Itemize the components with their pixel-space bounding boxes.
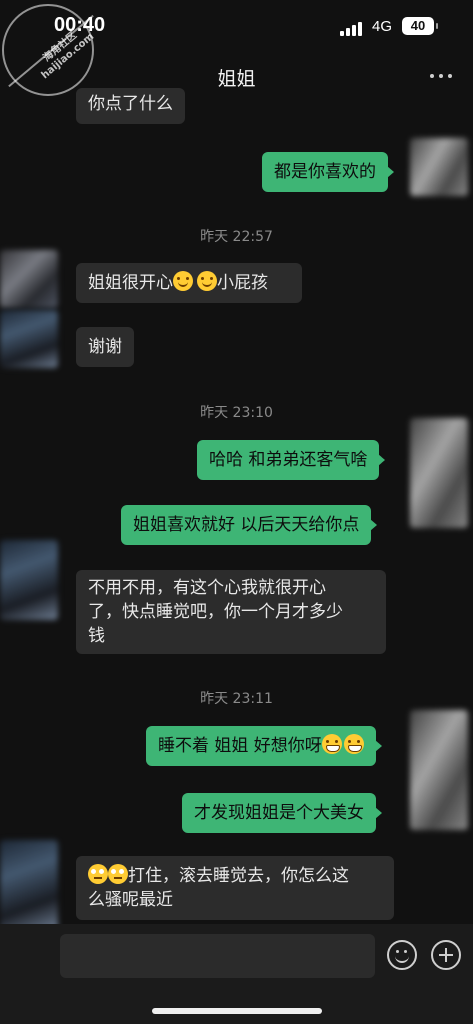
message-text: 都是你喜欢的	[274, 162, 376, 182]
message-text: 才发现姐姐是个大美女	[194, 803, 364, 823]
message-bubble-outgoing[interactable]: 姐姐喜欢就好 以后天天给你点	[121, 505, 378, 545]
message-text: 打住，滚去睡觉去，你怎么这	[128, 866, 349, 886]
timestamp: 昨天 22:57	[200, 229, 273, 245]
chat-title: 姐姐	[217, 68, 256, 90]
message-line: 么骚呢最近	[88, 890, 173, 910]
avatar-contact[interactable]	[0, 840, 58, 930]
avatar-self[interactable]	[410, 710, 468, 830]
message-line: 打住，滚去睡觉去，你怎么这	[88, 864, 382, 888]
message-bubble-incoming[interactable]: 姐姐很开心 小屁孩	[76, 263, 302, 303]
message-bubble-incoming[interactable]: 你点了什么	[76, 88, 185, 124]
message-bubble-outgoing[interactable]: 哈哈 和弟弟还客气啥	[197, 440, 386, 480]
avatar-self[interactable]	[410, 418, 468, 528]
message-text: 哈哈 和弟弟还客气啥	[209, 450, 368, 470]
avatar-contact[interactable]	[0, 540, 58, 620]
message-bubble-outgoing[interactable]: 都是你喜欢的	[262, 152, 394, 192]
message-text: 谢谢	[88, 337, 122, 357]
message-text: 睡不着 姐姐 好想你呀	[158, 736, 322, 756]
timestamp: 昨天 23:10	[200, 405, 273, 421]
avatar-self[interactable]	[410, 138, 468, 196]
grinning-face-emoji	[321, 734, 342, 754]
message-bubble-incoming[interactable]: 打住，滚去睡觉去，你怎么这 么骚呢最近	[76, 856, 394, 920]
message-text: 小屁孩	[217, 273, 268, 293]
message-bubble-incoming[interactable]: 不用不用，有这个心我就很开心 了，快点睡觉吧，你一个月才多少 钱	[76, 570, 386, 654]
message-input[interactable]	[60, 934, 375, 978]
battery-icon: 40	[402, 17, 438, 35]
grinning-face-emoji	[343, 734, 364, 754]
emoji-icon[interactable]	[387, 940, 417, 970]
eye-roll-face-emoji	[88, 864, 108, 884]
message-bubble-outgoing[interactable]: 睡不着 姐姐 好想你呀	[146, 726, 382, 766]
avatar-contact[interactable]	[0, 310, 58, 368]
avatar-contact[interactable]	[0, 250, 58, 308]
status-time: 00:40	[54, 14, 106, 36]
timestamp: 昨天 23:11	[200, 691, 273, 707]
message-bubble-outgoing[interactable]: 才发现姐姐是个大美女	[182, 793, 382, 833]
message-text: 姐姐喜欢就好 以后天天给你点	[133, 515, 360, 535]
chat-screen: 海角社区 haijiao.com 00:40 4G 40 姐姐 你点了什么 都是…	[0, 0, 473, 1024]
status-bar: 海角社区 haijiao.com 00:40 4G 40	[0, 0, 473, 96]
network-type: 4G	[372, 18, 393, 35]
more-dots-icon[interactable]	[428, 66, 454, 84]
signal-icon	[340, 22, 364, 36]
message-bubble-incoming[interactable]: 谢谢	[76, 327, 134, 367]
smiling-face-emoji	[197, 271, 217, 291]
smiling-face-emoji	[173, 271, 193, 291]
plus-icon[interactable]	[431, 940, 461, 970]
message-text: 你点了什么	[88, 94, 173, 114]
message-line: 钱	[88, 626, 105, 646]
message-text: 姐姐很开心	[88, 273, 173, 293]
eye-roll-face-emoji	[108, 864, 128, 884]
message-line: 不用不用，有这个心我就很开心	[88, 578, 326, 598]
message-line: 了，快点睡觉吧，你一个月才多少	[88, 602, 343, 622]
home-indicator[interactable]	[152, 1008, 322, 1014]
